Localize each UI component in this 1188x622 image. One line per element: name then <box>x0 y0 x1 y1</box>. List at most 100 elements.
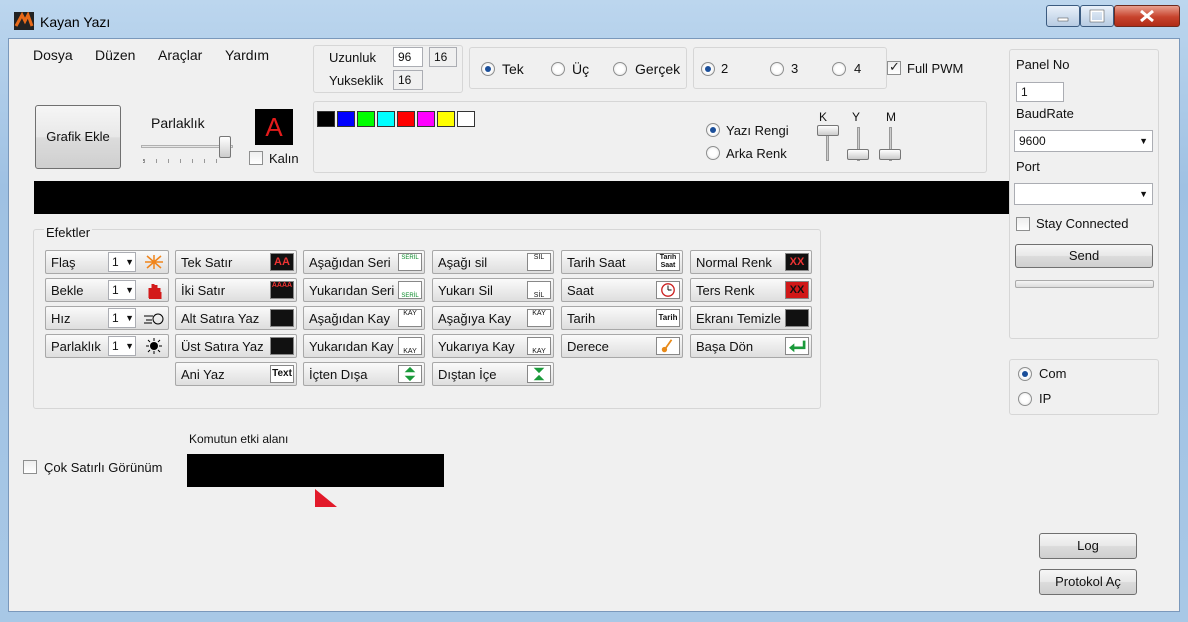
effect-upper-line[interactable]: Üst Satıra Yaz <box>175 334 297 358</box>
color-swatch-green[interactable] <box>357 111 375 127</box>
effect-two-line[interactable]: İki Satır AAAA <box>175 278 297 302</box>
menu-yardim[interactable]: Yardım <box>225 47 269 63</box>
minimize-button[interactable] <box>1046 5 1080 27</box>
mode-uc-radio[interactable] <box>551 62 565 76</box>
close-icon <box>1140 9 1154 23</box>
menu-dosya[interactable]: Dosya <box>33 47 73 63</box>
effect-brightness[interactable]: Parlaklık 1 <box>45 334 169 358</box>
background-color-radio[interactable] <box>706 146 720 160</box>
resize-corner-icon[interactable] <box>315 489 339 509</box>
slider-y-thumb[interactable] <box>847 149 869 160</box>
speed-value-select[interactable]: 1 <box>108 308 136 328</box>
effect-flash[interactable]: Flaş 1 <box>45 250 169 274</box>
full-pwm-checkbox[interactable] <box>887 59 901 75</box>
pwm-4-radio[interactable] <box>832 62 846 76</box>
effect-inside-out[interactable]: İçten Dışa <box>303 362 425 386</box>
effect-normal-color[interactable]: Normal Renk XX <box>690 250 812 274</box>
slider-y-label: Y <box>852 110 861 124</box>
effect-clock[interactable]: Saat <box>561 278 683 302</box>
effect-instant-text[interactable]: Ani Yaz Text <box>175 362 297 386</box>
menu-duzen[interactable]: Düzen <box>95 47 135 63</box>
color-swatch-magenta[interactable] <box>417 111 435 127</box>
effect-serial-up[interactable]: Aşağıdan Seri SERİL <box>303 250 425 274</box>
effect-erase-down[interactable]: Aşağı sil SİL <box>432 250 554 274</box>
effect-serial-down[interactable]: Yukarıdan Seri SERİL <box>303 278 425 302</box>
flash-icon <box>145 255 163 269</box>
slider-m-thumb[interactable] <box>879 149 901 160</box>
menu-araclar[interactable]: Araçlar <box>158 47 202 63</box>
flash-value-select[interactable]: 1 <box>108 252 136 272</box>
wait-value-select[interactable]: 1 <box>108 280 136 300</box>
pwm-3-radio[interactable] <box>770 62 784 76</box>
effect-label: Üst Satıra Yaz <box>181 339 264 354</box>
com-radio[interactable] <box>1018 367 1032 381</box>
thermometer-icon <box>656 337 680 355</box>
effect-lower-line[interactable]: Alt Satıra Yaz <box>175 306 297 330</box>
serial-up-icon: SERİL <box>398 253 422 271</box>
effect-label: Saat <box>567 283 594 298</box>
effect-invert-color[interactable]: Ters Renk XX <box>690 278 812 302</box>
effect-scroll-down[interactable]: Yukarıdan Kay KAY <box>303 334 425 358</box>
led-display-preview[interactable] <box>34 181 1010 214</box>
effect-single-line[interactable]: Tek Satır AA <box>175 250 297 274</box>
log-button[interactable]: Log <box>1039 533 1137 559</box>
effect-label: Hız <box>51 311 71 326</box>
effect-temperature[interactable]: Derece <box>561 334 683 358</box>
color-swatch-cyan[interactable] <box>377 111 395 127</box>
maximize-button[interactable] <box>1080 5 1114 27</box>
color-swatch-yellow[interactable] <box>437 111 455 127</box>
outside-in-icon <box>527 365 551 383</box>
clock-icon <box>656 281 680 299</box>
title-bar[interactable]: Kayan Yazı <box>0 0 1188 38</box>
inside-out-icon <box>398 365 422 383</box>
close-button[interactable] <box>1114 5 1180 27</box>
single-line-icon: AA <box>270 253 294 271</box>
effect-label: Ekranı Temizle <box>696 311 782 326</box>
erase-up-icon: SİL <box>527 281 551 299</box>
color-swatch-black[interactable] <box>317 111 335 127</box>
effect-label: Yukarıya Kay <box>438 339 515 354</box>
effect-label: Bekle <box>51 283 84 298</box>
effect-clear-screen[interactable]: Ekranı Temizle <box>690 306 812 330</box>
effect-scroll-up[interactable]: Aşağıdan Kay KAY <box>303 306 425 330</box>
effect-scroll-upward[interactable]: Yukarıya Kay KAY <box>432 334 554 358</box>
effect-outside-in[interactable]: Dıştan İçe <box>432 362 554 386</box>
color-swatch-blue[interactable] <box>337 111 355 127</box>
window-title: Kayan Yazı <box>40 14 111 30</box>
effect-label: Dıştan İçe <box>438 367 497 382</box>
effect-date[interactable]: Tarih Tarih <box>561 306 683 330</box>
mode-uc-label: Üç <box>572 61 590 77</box>
text-color-radio[interactable] <box>706 123 720 137</box>
effect-speed[interactable]: Hız 1 <box>45 306 169 330</box>
send-button[interactable]: Send <box>1015 244 1153 268</box>
effect-erase-up[interactable]: Yukarı Sil SİL <box>432 278 554 302</box>
width-input[interactable]: 96 <box>393 47 423 67</box>
stay-connected-checkbox[interactable] <box>1016 217 1030 231</box>
effect-date-time[interactable]: Tarih Saat Tarih Saat <box>561 250 683 274</box>
pwm-4-label: 4 <box>854 61 862 76</box>
clear-screen-icon <box>785 309 809 327</box>
app-logo-icon <box>14 12 34 30</box>
pwm-2-radio[interactable] <box>701 62 715 76</box>
open-protocol-button[interactable]: Protokol Aç <box>1039 569 1137 595</box>
effect-label: Tek Satır <box>181 255 233 270</box>
bold-checkbox[interactable] <box>249 151 263 165</box>
color-swatch-red[interactable] <box>397 111 415 127</box>
effect-return-home[interactable]: Başa Dön <box>690 334 812 358</box>
command-area-display[interactable] <box>187 454 444 487</box>
effect-scroll-downward[interactable]: Aşağıya Kay KAY <box>432 306 554 330</box>
mode-gercek-radio[interactable] <box>613 62 627 76</box>
multiline-view-checkbox[interactable] <box>23 460 37 474</box>
brightness-slider-thumb[interactable] <box>219 136 231 158</box>
port-select[interactable] <box>1014 183 1153 205</box>
color-swatch-white[interactable] <box>457 111 475 127</box>
ip-radio[interactable] <box>1018 392 1032 406</box>
brightness-value-select[interactable]: 1 <box>108 336 136 356</box>
add-graphic-button[interactable]: Grafik Ekle <box>35 105 121 169</box>
panel-no-input[interactable]: 1 <box>1016 82 1064 102</box>
effect-wait[interactable]: Bekle 1 <box>45 278 169 302</box>
baud-rate-select[interactable]: 9600 <box>1014 130 1153 152</box>
slider-k-thumb[interactable] <box>817 125 839 136</box>
effect-label: Tarih Saat <box>567 255 626 270</box>
mode-tek-radio[interactable] <box>481 62 495 76</box>
